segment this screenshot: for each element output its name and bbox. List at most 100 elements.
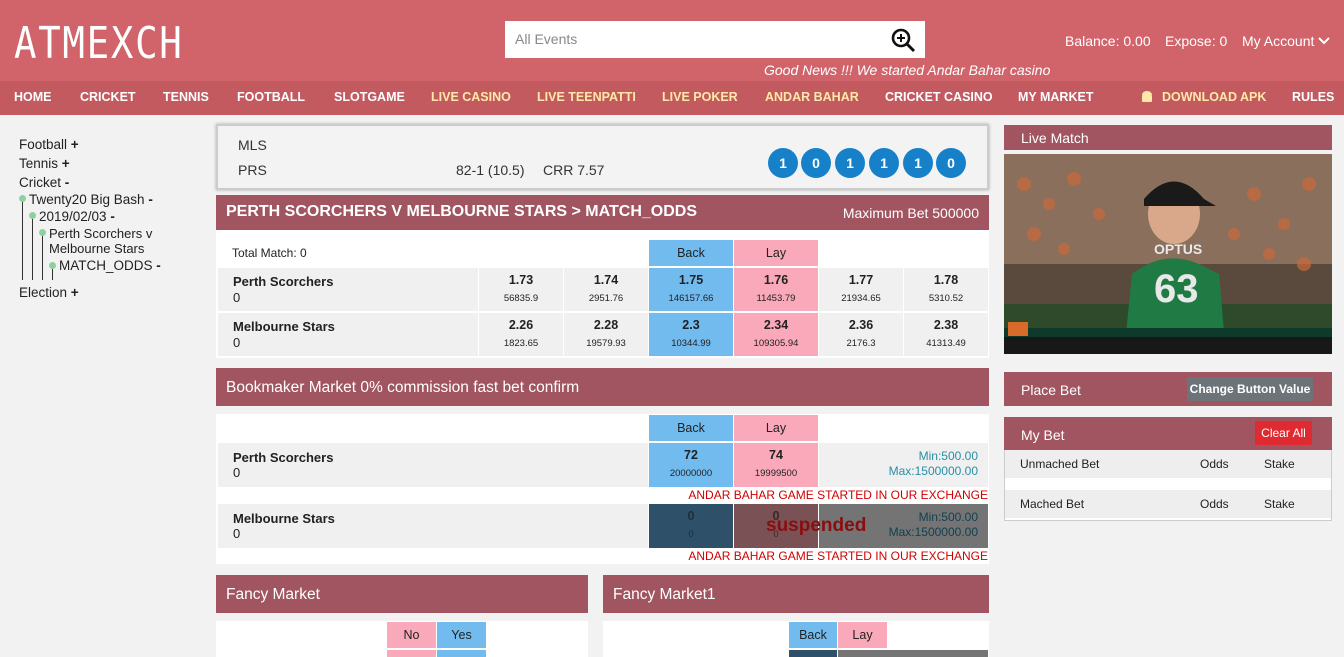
odds-price: 1.74 — [593, 273, 619, 287]
live-stream-video[interactable]: OPTUS 63 — [1004, 154, 1332, 354]
nav-live-teenpatti[interactable]: LIVE TEENPATTI — [537, 90, 636, 104]
sidebar-item-football[interactable]: Football + — [19, 137, 79, 152]
sidebar-item-date[interactable]: 2019/02/03 - — [39, 209, 115, 224]
max-bet: Maximum Bet 500000 — [842, 205, 979, 221]
my-account-menu[interactable]: My Account — [1242, 33, 1330, 49]
odds-label: Odds — [1200, 457, 1229, 471]
odds-price: 1.77 — [848, 273, 874, 287]
sidebar-item-tennis[interactable]: Tennis + — [19, 156, 70, 171]
clear-all-button[interactable]: Clear All — [1255, 421, 1312, 445]
runner-name: Perth Scorchers — [233, 274, 334, 289]
yes-header: Yes — [437, 622, 486, 648]
nav-football[interactable]: FOOTBALL — [237, 90, 305, 104]
score-crr: CRR 7.57 — [543, 162, 605, 178]
balance-text: Balance: 0.00 — [1065, 33, 1151, 49]
odds-price: 1.75 — [678, 273, 704, 287]
odds-cell[interactable]: 2.36 2176.3 — [819, 313, 903, 356]
odds-price: 2.38 — [933, 318, 959, 332]
ball-result: 1 — [835, 148, 865, 178]
collapse-icon: - — [110, 209, 115, 224]
android-icon — [1142, 91, 1152, 102]
back-header: Back — [649, 240, 733, 266]
sidebar-item-cricket[interactable]: Cricket - — [19, 175, 69, 190]
fancy-market-header: Fancy Market — [216, 575, 588, 613]
nav-download-apk[interactable]: DOWNLOAD APK — [1162, 90, 1266, 104]
search-icon[interactable] — [890, 27, 916, 53]
chevron-down-icon — [1318, 37, 1330, 45]
runner-name: Melbourne Stars — [233, 511, 335, 526]
expand-icon: + — [61, 156, 70, 171]
sidebar-item-match[interactable]: Perth Scorchers v Melbourne Stars — [49, 226, 152, 256]
odds-price: 1.78 — [933, 273, 959, 287]
bookmaker-title: Bookmaker Market 0% commission fast bet … — [226, 379, 580, 396]
odds-size: 19579.93 — [586, 338, 626, 349]
odds-size: 10344.99 — [671, 338, 711, 349]
nav-my-market[interactable]: MY MARKET — [1018, 90, 1093, 104]
logo[interactable]: ATMEXCH — [14, 20, 184, 68]
bookmaker-back-cell: 00 — [649, 504, 733, 548]
nav-rules[interactable]: RULES — [1292, 90, 1334, 104]
nav-home[interactable]: HOME — [14, 90, 52, 104]
jersey-number: 63 — [1154, 267, 1199, 311]
odds-cell-back[interactable]: 1.75 146157.66 — [649, 268, 733, 311]
sidebar-item-bigbash[interactable]: Twenty20 Big Bash - — [29, 192, 153, 207]
score-team1: MLS — [238, 137, 267, 153]
nav-live-poker[interactable]: LIVE POKER — [662, 90, 738, 104]
jersey-sponsor: OPTUS — [1154, 241, 1202, 257]
nav-cricket[interactable]: CRICKET — [80, 90, 136, 104]
ball-result: 1 — [869, 148, 899, 178]
collapse-icon: - — [148, 192, 153, 207]
odds-cell[interactable]: 1.77 21934.65 — [819, 268, 903, 311]
odds-cell[interactable]: 2.38 41313.49 — [904, 313, 988, 356]
tree-node-icon — [29, 212, 36, 219]
fancy-title: Fancy Market — [226, 586, 320, 603]
sidebar-item-election[interactable]: Election + — [19, 285, 79, 300]
suspended-label: suspended — [766, 515, 867, 536]
nav-live-casino[interactable]: LIVE CASINO — [431, 90, 511, 104]
sidebar-label: Football — [19, 137, 68, 152]
sidebar-item-match-odds[interactable]: MATCH_ODDS - — [59, 258, 161, 273]
runner-position: 0 — [233, 526, 241, 541]
odds-cell[interactable]: 2.28 19579.93 — [564, 313, 648, 356]
odds-cell-lay[interactable]: 1.76 11453.79 — [734, 268, 818, 311]
nav-cricket-casino[interactable]: CRICKET CASINO — [885, 90, 993, 104]
odds-size: 5310.52 — [928, 293, 964, 304]
tree-node-icon — [19, 195, 26, 202]
runner-position: 0 — [233, 290, 241, 305]
stake-label: Stake — [1264, 457, 1295, 471]
collapse-icon: - — [156, 258, 161, 273]
change-button-value-button[interactable]: Change Button Value — [1187, 377, 1313, 401]
odds-cell[interactable]: 1.78 5310.52 — [904, 268, 988, 311]
odds-cell[interactable]: 1.74 2951.76 — [564, 268, 648, 311]
sidebar-label: Election — [19, 285, 68, 300]
odds-cell-lay[interactable]: 2.34 109305.94 — [734, 313, 818, 356]
min-limit: Min:500.00 — [918, 449, 978, 463]
tree-line — [32, 215, 33, 280]
header: ATMEXCH All Events Balance: 0.00 Expose:… — [0, 0, 1344, 81]
odds-cell[interactable]: 2.26 1823.65 — [479, 313, 563, 356]
back-header: Back — [649, 415, 733, 441]
bookmaker-back-cell[interactable]: 72 20000000 — [649, 443, 733, 487]
odds-price: 1.73 — [508, 273, 534, 287]
collapse-icon: - — [64, 175, 70, 190]
nav-tennis[interactable]: TENNIS — [163, 90, 209, 104]
news-ticker: Good News !!! We started Andar Bahar cas… — [764, 62, 1051, 78]
fancy1-title: Fancy Market1 — [613, 586, 716, 603]
fancy-yes-cell[interactable] — [437, 650, 486, 657]
odds-price: 2.28 — [593, 318, 619, 332]
odds-cell-back[interactable]: 2.3 10344.99 — [649, 313, 733, 356]
fancy-no-cell[interactable] — [387, 650, 436, 657]
fancy1-suspended-cell — [838, 650, 988, 657]
unmatched-bet-label: Unmached Bet — [1020, 457, 1100, 471]
search-input[interactable]: All Events — [505, 21, 925, 58]
score-runs: 82-1 (10.5) — [456, 162, 525, 178]
odds-size: 20000000 — [669, 468, 713, 479]
place-bet-title: Place Bet — [1021, 382, 1081, 398]
bookmaker-lay-cell[interactable]: 74 19999500 — [734, 443, 818, 487]
sidebar-label: Tennis — [19, 156, 59, 171]
match-title: PERTH SCORCHERS V MELBOURNE STARS > MATC… — [226, 203, 697, 220]
nav-andar-bahar[interactable]: ANDAR BAHAR — [765, 90, 859, 104]
nav-slotgame[interactable]: SLOTGAME — [334, 90, 405, 104]
total-match: Total Match: 0 — [232, 246, 307, 260]
odds-cell[interactable]: 1.73 56835.9 — [479, 268, 563, 311]
